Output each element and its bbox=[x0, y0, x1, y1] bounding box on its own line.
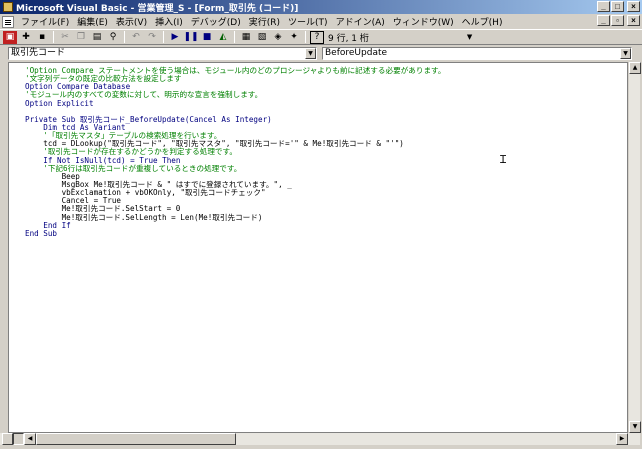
code-line[interactable]: End If bbox=[25, 221, 627, 230]
scroll-left-icon[interactable]: ◀ bbox=[24, 433, 36, 445]
object-browser-icon[interactable]: ◈ bbox=[271, 31, 285, 44]
vertical-scrollbar[interactable]: ▲ ▼ bbox=[628, 62, 641, 433]
scroll-down-icon[interactable]: ▼ bbox=[629, 421, 641, 433]
mdi-close-button[interactable]: × bbox=[627, 15, 640, 26]
menu-edit[interactable]: 編集(E) bbox=[73, 15, 112, 28]
reset-icon[interactable]: ■ bbox=[200, 31, 214, 44]
menu-tools[interactable]: ツール(T) bbox=[284, 15, 332, 28]
help-icon[interactable]: ? bbox=[310, 30, 324, 44]
menu-addins[interactable]: アドイン(A) bbox=[332, 15, 389, 28]
insert-module-icon[interactable]: ✚ bbox=[19, 31, 33, 44]
close-button[interactable]: × bbox=[627, 1, 640, 12]
text-cursor-icon: Ɪ bbox=[500, 153, 507, 166]
run-icon[interactable]: ▶ bbox=[168, 31, 182, 44]
copy-icon[interactable]: ❐ bbox=[74, 31, 88, 44]
design-mode-icon[interactable]: ◭ bbox=[216, 31, 230, 44]
procedure-combo-value: BeforeUpdate bbox=[325, 48, 388, 58]
menu-help[interactable]: ヘルプ(H) bbox=[458, 15, 507, 28]
menu-bar: ファイル(F) 編集(E) 表示(V) 挿入(I) デバッグ(D) 実行(R) … bbox=[0, 14, 642, 29]
maximize-button[interactable]: □ bbox=[611, 1, 624, 12]
undo-icon[interactable]: ↶ bbox=[129, 31, 143, 44]
horizontal-scrollbar[interactable]: ◀ ▶ bbox=[0, 433, 640, 445]
code-combo-bar: 取引先コード ▼ BeforeUpdate ▼ bbox=[0, 46, 642, 61]
scroll-right-icon[interactable]: ▶ bbox=[616, 433, 628, 445]
code-editor[interactable]: 'Option Compare ステートメントを使う場合は、モジュール内のどのプ… bbox=[8, 62, 628, 433]
break-icon[interactable]: ❚❚ bbox=[183, 31, 198, 44]
scroll-up-icon[interactable]: ▲ bbox=[629, 62, 641, 74]
cursor-position: 9 行, 1 桁 bbox=[328, 33, 369, 44]
cut-icon[interactable]: ✂ bbox=[58, 31, 72, 44]
procedure-combo[interactable]: BeforeUpdate ▼ bbox=[322, 47, 632, 60]
document-icon[interactable] bbox=[2, 15, 14, 28]
toolbox-icon[interactable]: ✦ bbox=[287, 31, 301, 44]
object-combo-value: 取引先コード bbox=[11, 48, 66, 58]
paste-icon[interactable]: ▤ bbox=[90, 31, 104, 44]
object-combo[interactable]: 取引先コード ▼ bbox=[8, 47, 317, 60]
toolbar-options-icon[interactable]: ▼ bbox=[467, 33, 472, 41]
mdi-minimize-button[interactable]: _ bbox=[597, 15, 610, 26]
mdi-restore-button[interactable]: ▫ bbox=[611, 15, 624, 26]
properties-window-icon[interactable]: ▧ bbox=[255, 31, 269, 44]
chevron-down-icon[interactable]: ▼ bbox=[305, 48, 316, 59]
menu-debug[interactable]: デバッグ(D) bbox=[187, 15, 245, 28]
chevron-down-icon[interactable]: ▼ bbox=[620, 48, 631, 59]
project-explorer-icon[interactable]: ▦ bbox=[239, 31, 253, 44]
menu-run[interactable]: 実行(R) bbox=[245, 15, 284, 28]
scrollbar-thumb[interactable] bbox=[36, 433, 236, 445]
code-line[interactable]: '下記6行は取引先コードが重複しているときの処理です。 bbox=[25, 164, 627, 173]
title-bar: Microsoft Visual Basic - 営業管理_S - [Form_… bbox=[0, 0, 642, 14]
menu-window[interactable]: ウィンドウ(W) bbox=[389, 15, 458, 28]
minimize-button[interactable]: _ bbox=[597, 1, 610, 12]
menu-view[interactable]: 表示(V) bbox=[112, 15, 151, 28]
code-line[interactable]: End Sub bbox=[25, 229, 627, 238]
save-icon[interactable]: ▪ bbox=[35, 31, 49, 44]
menu-insert[interactable]: 挿入(I) bbox=[151, 15, 187, 28]
redo-icon[interactable]: ↷ bbox=[145, 31, 159, 44]
code-line[interactable]: Me!取引先コード.SelLength = Len(Me!取引先コード) bbox=[25, 213, 627, 222]
procedure-view-button[interactable] bbox=[2, 433, 13, 445]
standard-toolbar: ▣ ✚ ▪ ✂ ❐ ▤ ⚲ ↶ ↷ ▶ ❚❚ ■ ◭ ▦ ▧ ◈ ✦ ? 9 行… bbox=[0, 29, 642, 45]
code-line[interactable]: Option Explicit bbox=[25, 99, 627, 108]
full-module-view-button[interactable] bbox=[13, 433, 24, 445]
menu-file[interactable]: ファイル(F) bbox=[17, 15, 73, 28]
vba-app-icon[interactable] bbox=[3, 2, 13, 12]
find-icon[interactable]: ⚲ bbox=[106, 31, 120, 44]
code-line[interactable]: 'モジュール内のすべての変数に対して、明示的な宣言を強制します。 bbox=[25, 91, 627, 99]
view-access-icon[interactable]: ▣ bbox=[3, 30, 17, 44]
window-title: Microsoft Visual Basic - 営業管理_S - [Form_… bbox=[16, 3, 299, 14]
